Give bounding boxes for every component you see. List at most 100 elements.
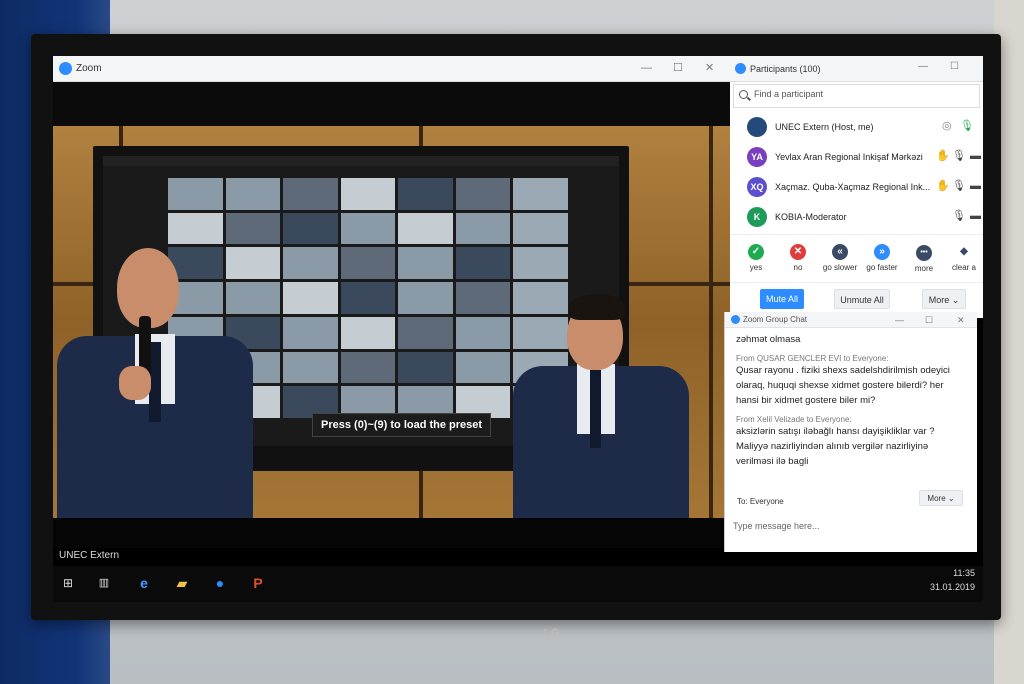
participant-row[interactable]: UNEC Extern (Host, me) ◎ 🎙 bbox=[730, 112, 983, 142]
participants-panel: Participants (100) — ☐ UNEC Extern (Host… bbox=[730, 56, 983, 318]
more-dots-icon: ••• bbox=[916, 245, 932, 261]
rewind-icon: « bbox=[832, 244, 848, 260]
reaction-label: no bbox=[793, 263, 803, 272]
gallery-tile bbox=[168, 212, 223, 245]
chat-message-sender: From QUSAR GENCLER EVI to Everyone: bbox=[736, 354, 889, 363]
gallery-tile bbox=[398, 351, 453, 384]
gallery-tile bbox=[225, 178, 281, 210]
gallery-tile bbox=[398, 247, 453, 280]
participant-search[interactable] bbox=[733, 84, 980, 108]
avatar: K bbox=[747, 207, 767, 227]
microphone-icon[interactable]: 🎙 bbox=[960, 120, 974, 132]
chat-titlebar[interactable]: Zoom Group Chat — ☐ ✕ bbox=[725, 312, 977, 328]
reaction-yes[interactable]: ✓ yes bbox=[734, 241, 778, 272]
gallery-tile bbox=[455, 351, 511, 384]
raised-hand-icon: ✋ bbox=[936, 150, 950, 162]
file-explorer-icon[interactable]: ▰ bbox=[173, 574, 191, 592]
minimize-icon[interactable]: — bbox=[895, 314, 904, 326]
monitor-toolbar bbox=[103, 156, 619, 166]
zoom-titlebar[interactable]: Zoom — ☐ ✕ bbox=[53, 56, 730, 82]
edge-browser-icon[interactable]: e bbox=[135, 574, 153, 592]
maximize-icon[interactable]: ☐ bbox=[925, 314, 933, 326]
minimize-icon[interactable]: — bbox=[918, 61, 928, 73]
participant-row[interactable]: YA Yevlax Aran Regional Inkişaf Mərkəzi … bbox=[730, 142, 983, 172]
chat-title: Zoom Group Chat bbox=[743, 315, 808, 324]
gallery-tile bbox=[340, 282, 396, 314]
video-off-icon[interactable]: ▬ bbox=[970, 150, 981, 162]
share-icon[interactable]: ◎ bbox=[942, 120, 952, 132]
gallery-tile bbox=[340, 351, 396, 384]
minimize-icon[interactable]: — bbox=[641, 62, 652, 74]
gallery-tile bbox=[513, 178, 568, 210]
close-icon[interactable]: ✕ bbox=[705, 62, 714, 74]
reaction-clear[interactable]: ◆ clear a bbox=[942, 241, 983, 272]
reaction-go-slower[interactable]: « go slower bbox=[818, 241, 862, 272]
participants-more-button[interactable]: More ⌄ bbox=[922, 289, 966, 309]
zoom-logo-icon bbox=[735, 63, 746, 74]
reaction-label: clear a bbox=[951, 263, 976, 272]
participant-name: Xaçmaz. Quba-Xaçmaz Regional Ink... bbox=[775, 182, 931, 192]
mute-all-button[interactable]: Mute All bbox=[760, 289, 804, 309]
gallery-tile bbox=[340, 247, 396, 280]
maximize-icon[interactable]: ☐ bbox=[673, 62, 683, 74]
chat-message-input[interactable] bbox=[733, 516, 969, 536]
chat-more-button[interactable]: More ⌄ bbox=[919, 490, 963, 506]
video-off-icon[interactable]: ▬ bbox=[970, 180, 981, 192]
zoom-app-icon[interactable]: ● bbox=[211, 574, 229, 592]
chat-recipient[interactable]: To: Everyone bbox=[737, 497, 784, 506]
presenter-left bbox=[57, 248, 257, 518]
gallery-tile bbox=[340, 178, 396, 210]
preset-hint-overlay: Press (0)~(9) to load the preset bbox=[312, 413, 492, 437]
tie bbox=[590, 370, 601, 448]
chat-message-sender: From Xelil Velizade to Everyone: bbox=[736, 415, 852, 424]
raised-hand-icon: ✋ bbox=[936, 180, 950, 192]
participant-name: KOBIA-Moderator bbox=[775, 212, 847, 222]
powerpoint-icon[interactable]: P bbox=[249, 574, 267, 592]
hair bbox=[569, 294, 625, 320]
participants-titlebar[interactable]: Participants (100) — ☐ bbox=[730, 56, 983, 82]
gallery-tile bbox=[398, 178, 453, 210]
gallery-tile bbox=[455, 316, 511, 349]
participant-row[interactable]: XQ Xaçmaz. Quba-Xaçmaz Regional Ink... ✋… bbox=[730, 172, 983, 202]
participant-search-input[interactable] bbox=[754, 89, 954, 99]
reaction-no[interactable]: ✕ no bbox=[776, 241, 820, 272]
unmute-all-button[interactable]: Unmute All bbox=[834, 289, 890, 309]
gallery-tile bbox=[283, 178, 338, 210]
mic-muted-icon[interactable]: 🎙 bbox=[952, 150, 966, 162]
gallery-tile bbox=[513, 247, 568, 280]
chat-messages: zəhmət olmasa From QUSAR GENCLER EVI to … bbox=[725, 328, 977, 480]
gallery-tile bbox=[455, 212, 511, 245]
reaction-more[interactable]: ••• more bbox=[902, 241, 946, 273]
speaker-video[interactable] bbox=[53, 126, 730, 518]
zoom-bottom-bar bbox=[53, 518, 730, 548]
taskbar-clock[interactable]: 11:35 31.01.2019 bbox=[930, 566, 975, 594]
participant-row[interactable]: K KOBIA-Moderator 🎙 ▬ bbox=[730, 202, 983, 232]
gallery-tile bbox=[455, 178, 511, 210]
search-icon bbox=[739, 90, 748, 99]
maximize-icon[interactable]: ☐ bbox=[950, 61, 959, 73]
zoom-main-window: Zoom — ☐ ✕ Press (0)~(9) to load the pre… bbox=[53, 56, 730, 548]
mic-muted-icon[interactable]: 🎙 bbox=[952, 210, 966, 222]
clock-time: 11:35 bbox=[953, 568, 975, 578]
participant-name: UNEC Extern (Host, me) bbox=[775, 122, 874, 132]
fast-forward-icon: » bbox=[874, 244, 890, 260]
clear-icon: ◆ bbox=[960, 246, 968, 257]
participant-list: UNEC Extern (Host, me) ◎ 🎙 YA Yevlax Ara… bbox=[730, 110, 983, 232]
gallery-tile bbox=[398, 212, 453, 245]
gallery-tile bbox=[340, 316, 396, 349]
close-icon[interactable]: ✕ bbox=[957, 314, 965, 326]
gallery-tile bbox=[455, 247, 511, 280]
avatar bbox=[747, 117, 767, 137]
chat-message-text: zəhmət olmasa bbox=[736, 334, 801, 345]
gallery-tile bbox=[283, 212, 338, 245]
gallery-tile bbox=[455, 282, 511, 314]
video-off-icon[interactable]: ▬ bbox=[970, 210, 981, 222]
reaction-go-faster[interactable]: » go faster bbox=[860, 241, 904, 272]
task-view-icon[interactable]: ▥ bbox=[95, 574, 113, 592]
gallery-tile bbox=[283, 351, 338, 384]
reaction-label: go faster bbox=[866, 263, 898, 272]
mic-muted-icon[interactable]: 🎙 bbox=[952, 180, 966, 192]
chat-message-text: aksizlərin satışı iləbağlı hansı dayişik… bbox=[736, 426, 935, 467]
windows-start-icon[interactable]: ⊞ bbox=[59, 574, 77, 592]
clock-date: 31.01.2019 bbox=[929, 582, 975, 592]
